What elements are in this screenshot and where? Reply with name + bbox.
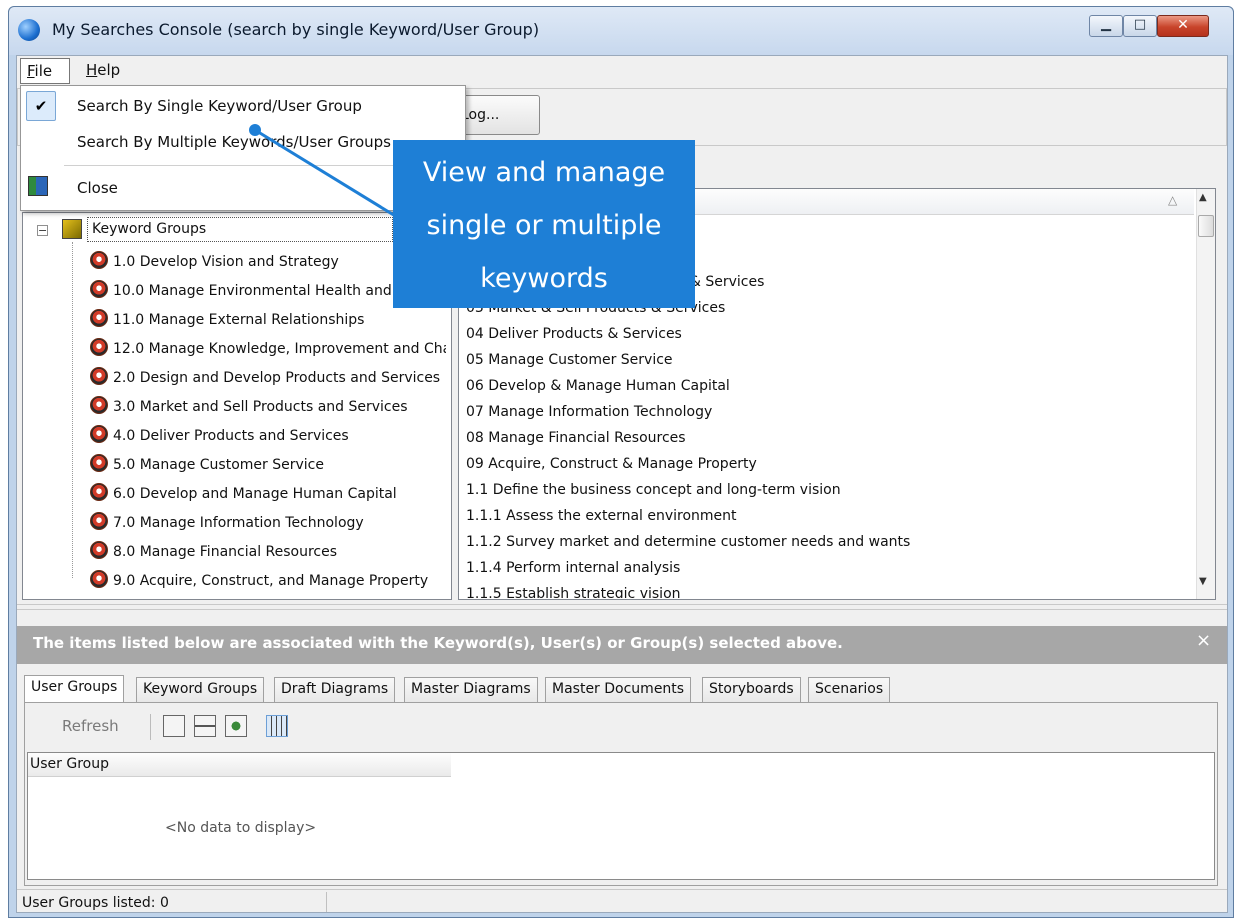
keyword-node-icon — [90, 251, 108, 269]
maximize-icon: □ — [1133, 17, 1147, 32]
list-item[interactable]: 04 Deliver Products & Services — [466, 326, 682, 342]
keyword-node-icon — [90, 367, 108, 385]
exit-door-icon — [28, 176, 48, 196]
tree-item[interactable]: 12.0 Manage Knowledge, Improvement and C… — [90, 338, 446, 367]
list-item[interactable]: 09 Acquire, Construct & Manage Property — [466, 456, 757, 472]
callout-line-3: keywords — [480, 263, 608, 294]
tree-item[interactable]: 10.0 Manage Environmental Health and Saf… — [90, 280, 394, 309]
tab-scenarios[interactable]: Scenarios — [808, 677, 891, 702]
tab-user-groups[interactable]: User Groups — [24, 675, 125, 702]
keyword-node-icon — [90, 425, 108, 443]
tree-connector-line — [72, 242, 73, 578]
scroll-down-icon[interactable]: ▼ — [1199, 576, 1207, 587]
status-separator — [326, 892, 327, 912]
callout-line-1: View and manage — [422, 157, 666, 188]
split-view-icon[interactable] — [194, 715, 216, 737]
menu-help[interactable]: Help — [80, 58, 126, 84]
tree-item[interactable]: 7.0 Manage Information Technology — [90, 512, 364, 541]
tree-item[interactable]: 9.0 Acquire, Construct, and Manage Prope… — [90, 570, 446, 599]
scrollbar-thumb[interactable] — [1198, 215, 1214, 237]
tab-keyword-groups[interactable]: Keyword Groups — [136, 677, 265, 702]
minimize-button[interactable]: ▁ — [1089, 15, 1123, 37]
minimize-icon: ▁ — [1101, 17, 1111, 32]
panel-splitter[interactable] — [17, 604, 1227, 610]
list-item[interactable]: & Services — [690, 274, 764, 290]
list-item[interactable]: 05 Manage Customer Service — [466, 352, 673, 368]
scroll-up-icon[interactable]: ▲ — [1199, 192, 1207, 203]
vertical-scrollbar[interactable] — [1196, 189, 1215, 599]
list-item[interactable]: 1.1 Define the business concept and long… — [466, 482, 841, 498]
tree-item[interactable]: 4.0 Deliver Products and Services — [90, 425, 349, 454]
menu-item-search-multiple[interactable]: Search By Multiple Keywords/User Groups — [77, 133, 391, 151]
tree-item[interactable]: 3.0 Market and Sell Products and Service… — [90, 396, 408, 425]
keyword-node-icon — [90, 280, 108, 298]
menu-item-close[interactable]: Close — [77, 179, 118, 197]
keyword-node-icon — [90, 570, 108, 588]
checkmark-icon: ✔ — [26, 91, 56, 121]
list-item[interactable]: 1.1.4 Perform internal analysis — [466, 560, 680, 576]
list-item[interactable]: 1.1.5 Establish strategic vision — [466, 586, 681, 598]
tree-item[interactable]: 8.0 Manage Financial Resources — [90, 541, 337, 570]
list-item[interactable]: 1.1.2 Survey market and determine custom… — [466, 534, 910, 550]
grid-column-header[interactable]: User Group — [28, 753, 451, 777]
tab-draft-diagrams[interactable]: Draft Diagrams — [274, 677, 396, 702]
sort-ascending-icon[interactable]: △ — [1168, 193, 1177, 207]
list-item[interactable]: 06 Develop & Manage Human Capital — [466, 378, 730, 394]
keyword-node-icon — [90, 541, 108, 559]
tab-master-diagrams[interactable]: Master Diagrams — [404, 677, 538, 702]
collapse-icon[interactable]: − — [37, 225, 48, 236]
tree-item[interactable]: 1.0 Develop Vision and Strategy — [90, 251, 339, 280]
grid-view-icon[interactable] — [266, 715, 288, 737]
window-title: My Searches Console (search by single Ke… — [52, 20, 540, 39]
empty-state-text: <No data to display> — [165, 820, 317, 836]
callout-box: View and manage single or multiple keywo… — [393, 140, 695, 308]
tab-master-documents[interactable]: Master Documents — [545, 677, 692, 702]
status-text: User Groups listed: 0 — [22, 895, 169, 911]
toolbar-separator — [150, 714, 151, 740]
list-item[interactable]: 08 Manage Financial Resources — [466, 430, 686, 446]
maximize-button[interactable]: □ — [1123, 15, 1157, 37]
keyword-node-icon — [90, 309, 108, 327]
list-item[interactable]: 1.1.1 Assess the external environment — [466, 508, 737, 524]
keyword-node-icon — [90, 512, 108, 530]
close-icon: ✕ — [1177, 17, 1189, 33]
keyword-node-icon — [90, 338, 108, 356]
tree-item[interactable]: 11.0 Manage External Relationships — [90, 309, 364, 338]
keyword-node-icon — [90, 396, 108, 414]
tree-item[interactable]: 2.0 Design and Develop Products and Serv… — [90, 367, 446, 396]
list-item[interactable]: 07 Manage Information Technology — [466, 404, 712, 420]
menu-file[interactable]: File — [20, 58, 70, 84]
tree-item[interactable]: 6.0 Develop and Manage Human Capital — [90, 483, 397, 512]
tree-root-keyword-groups[interactable]: Keyword Groups — [87, 217, 393, 242]
info-bar: The items listed below are associated wi… — [17, 626, 1227, 664]
app-logo-icon — [18, 19, 40, 41]
tree-item[interactable]: 5.0 Manage Customer Service — [90, 454, 324, 483]
export-icon[interactable] — [163, 715, 185, 737]
keyword-node-icon — [90, 454, 108, 472]
tab-storyboards[interactable]: Storyboards — [702, 677, 801, 702]
menu-item-search-single[interactable]: Search By Single Keyword/User Group — [77, 97, 362, 115]
preview-icon[interactable] — [225, 715, 247, 737]
menu-bar — [17, 56, 1227, 86]
refresh-button[interactable]: Refresh — [62, 717, 119, 735]
info-bar-close-icon[interactable]: × — [1196, 630, 1211, 651]
keyword-groups-folder-icon — [62, 219, 82, 239]
callout-line-2: single or multiple — [426, 210, 662, 241]
keyword-node-icon — [90, 483, 108, 501]
close-window-button[interactable]: ✕ — [1157, 15, 1209, 37]
status-bar — [17, 889, 1227, 913]
